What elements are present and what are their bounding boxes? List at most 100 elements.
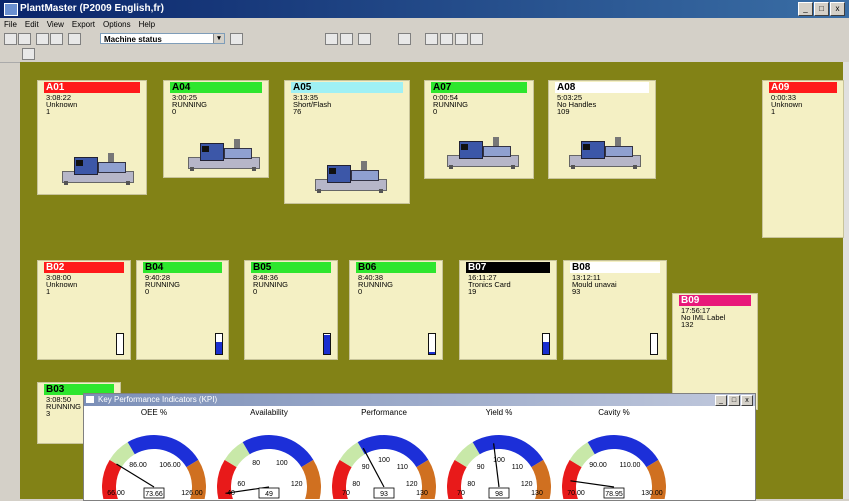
sort-icon[interactable] (358, 33, 371, 45)
machine-count: 132 (681, 320, 694, 329)
machine-status: Unknown (46, 280, 78, 289)
kpi-close-button[interactable]: x (741, 395, 753, 406)
tile-view-icon[interactable] (455, 33, 468, 45)
print-icon[interactable] (68, 33, 81, 45)
machine-count: 0 (172, 107, 177, 116)
machine-id: A07 (431, 82, 527, 93)
large-icon-view-icon[interactable] (470, 33, 483, 45)
gauge-max-label: 130 (416, 490, 428, 497)
machine-status: Unknown (771, 100, 803, 109)
close-button[interactable]: x (830, 2, 845, 16)
edit-layout-icon[interactable] (22, 48, 35, 60)
fill-level (429, 352, 435, 354)
gauge-band (357, 435, 429, 468)
gauge-tick-label: 110 (512, 464, 523, 471)
view-select-value: Machine status (104, 35, 162, 44)
detail-view-icon[interactable] (440, 33, 453, 45)
gauge-tick-label: 110 (397, 464, 408, 471)
machine-card-a04[interactable]: A04 3:00:25 RUNNING 0 (163, 80, 269, 178)
save-icon[interactable] (18, 33, 31, 45)
machine-count: 1 (771, 107, 776, 116)
machine-card-b06[interactable]: B06 8:40:38 RUNNING 0 (349, 260, 443, 360)
machine-count: 1 (46, 287, 51, 296)
menu-file[interactable]: File (4, 18, 17, 31)
kpi-minimize-button[interactable]: _ (715, 395, 727, 406)
open-icon[interactable] (4, 33, 17, 45)
grid-icon[interactable] (50, 33, 63, 45)
kpi-maximize-button[interactable]: □ (728, 395, 740, 406)
list-view-icon[interactable] (425, 33, 438, 45)
gauge-tick-label: 80 (252, 460, 260, 467)
gauge-title: OEE % (141, 408, 167, 417)
machine-id: B07 (466, 262, 550, 273)
machine-status: RUNNING (358, 280, 393, 289)
fill-level-bar (116, 333, 124, 355)
gauge-tick-label: 80 (352, 481, 360, 488)
gauge-min-label: 70 (342, 490, 350, 497)
view-select[interactable]: Machine status ▾ (100, 33, 225, 44)
gauge-needle (570, 480, 615, 488)
fill-level-bar (428, 333, 436, 355)
machine-card-b02[interactable]: B02 3:08:00 Unknown 1 (37, 260, 131, 360)
menu-help[interactable]: Help (139, 18, 155, 31)
machine-card-b07[interactable]: B07 16:11:27 Tronics Card 19 (459, 260, 557, 360)
fill-level (324, 335, 330, 354)
kpi-title-bar[interactable]: Key Performance Indicators (KPI) _ □ x (84, 394, 755, 406)
gauge-max-label: 126.00 (181, 490, 203, 497)
search-icon[interactable] (398, 33, 411, 45)
gauge-tick-label: 120 (291, 481, 303, 488)
minimize-button[interactable]: _ (798, 2, 813, 16)
refresh-icon[interactable] (230, 33, 243, 45)
menu-options[interactable]: Options (103, 18, 131, 31)
menu-edit[interactable]: Edit (25, 18, 39, 31)
machine-id: A04 (170, 82, 262, 93)
secondary-toolbar (0, 46, 849, 63)
machine-image (62, 151, 134, 185)
kpi-window[interactable]: Key Performance Indicators (KPI) _ □ x O… (83, 393, 756, 501)
machine-status: RUNNING (172, 100, 207, 109)
gauge-value: 93 (380, 491, 388, 498)
machine-image (315, 159, 387, 193)
gauge-needle (493, 443, 500, 488)
gauge-value: 73.66 (145, 491, 163, 498)
machine-id: B04 (143, 262, 222, 273)
machine-count: 0 (145, 287, 150, 296)
machine-count: 0 (358, 287, 363, 296)
machine-status: RUNNING (46, 402, 81, 411)
gauge-tick-label: 120 (406, 481, 418, 488)
machine-card-a01[interactable]: A01 3:08:22 Unknown 1 (37, 80, 147, 195)
machine-image (447, 135, 519, 169)
filter-icon[interactable] (340, 33, 353, 45)
gauge-tick-label: 90 (477, 464, 485, 471)
fill-level (543, 342, 549, 354)
gauge-max-label: 130.00 (641, 490, 663, 497)
machine-status: Unknown (46, 100, 78, 109)
sum-icon[interactable] (325, 33, 338, 45)
machine-count: 0 (253, 287, 258, 296)
maximize-button[interactable]: □ (814, 2, 829, 16)
menu-view[interactable]: View (47, 18, 64, 31)
machine-count: 0 (433, 107, 438, 116)
chart-icon[interactable] (36, 33, 49, 45)
kpi-title: Key Performance Indicators (KPI) (98, 395, 218, 404)
machine-id: B08 (570, 262, 660, 273)
toolbar: Machine status ▾ (0, 31, 849, 46)
machine-card-a08[interactable]: A08 5:03:25 No Handles 109 (548, 80, 656, 179)
machine-card-b05[interactable]: B05 8:48:36 RUNNING 0 (244, 260, 338, 360)
machine-card-b08[interactable]: B08 13:12:11 Mould unavai 93 (563, 260, 667, 360)
gauge-value: 49 (265, 491, 273, 498)
machine-card-a09[interactable]: A09 0:00:33 Unknown 1 (762, 80, 844, 238)
machine-card-a07[interactable]: A07 0:00:54 RUNNING 0 (424, 80, 534, 179)
machine-card-a05[interactable]: A05 3:13:35 Short/Flash 76 (284, 80, 410, 204)
gauge-title: Cavity % (598, 408, 630, 417)
menu-export[interactable]: Export (72, 18, 95, 31)
machine-count: 3 (46, 409, 51, 418)
separator (82, 33, 93, 43)
chevron-down-icon[interactable]: ▾ (213, 34, 224, 43)
machine-id: B02 (44, 262, 124, 273)
machine-id: B09 (679, 295, 751, 306)
gauge-band (472, 435, 544, 468)
kpi-window-icon (86, 396, 94, 403)
machine-card-b04[interactable]: B04 9:40:28 RUNNING 0 (136, 260, 229, 360)
title-bar: PlantMaster (P2009 English,fr) _ □ x (0, 0, 849, 18)
